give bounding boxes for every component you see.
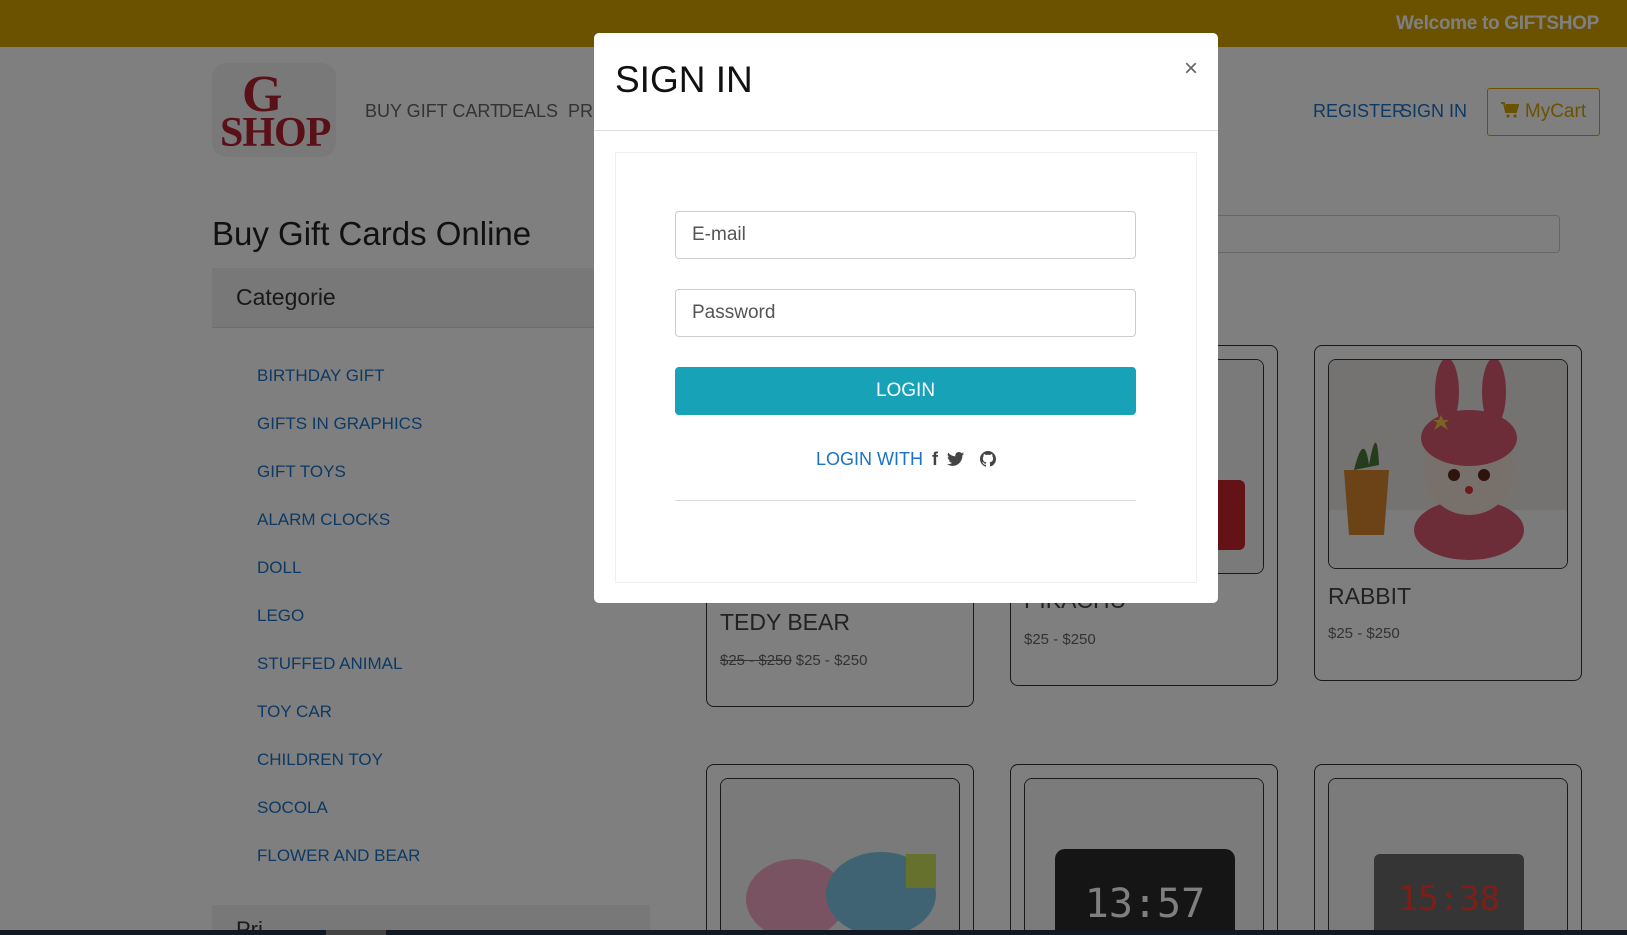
close-icon[interactable]: × [1184, 55, 1198, 83]
modal-title: SIGN IN [615, 59, 753, 100]
facebook-icon[interactable]: f [932, 449, 938, 469]
modal-header: SIGN IN × [594, 33, 1218, 131]
email-field[interactable] [675, 211, 1136, 259]
social-login: LOGIN WITH f [594, 449, 1218, 470]
password-field[interactable] [675, 289, 1136, 337]
modal-divider [675, 500, 1136, 501]
login-button[interactable]: LOGIN [675, 367, 1136, 415]
login-with-label: LOGIN WITH [815, 449, 923, 469]
github-icon[interactable] [980, 449, 997, 469]
sign-in-modal: SIGN IN × LOGIN LOGIN WITH f [594, 33, 1218, 603]
twitter-icon[interactable] [947, 449, 965, 469]
